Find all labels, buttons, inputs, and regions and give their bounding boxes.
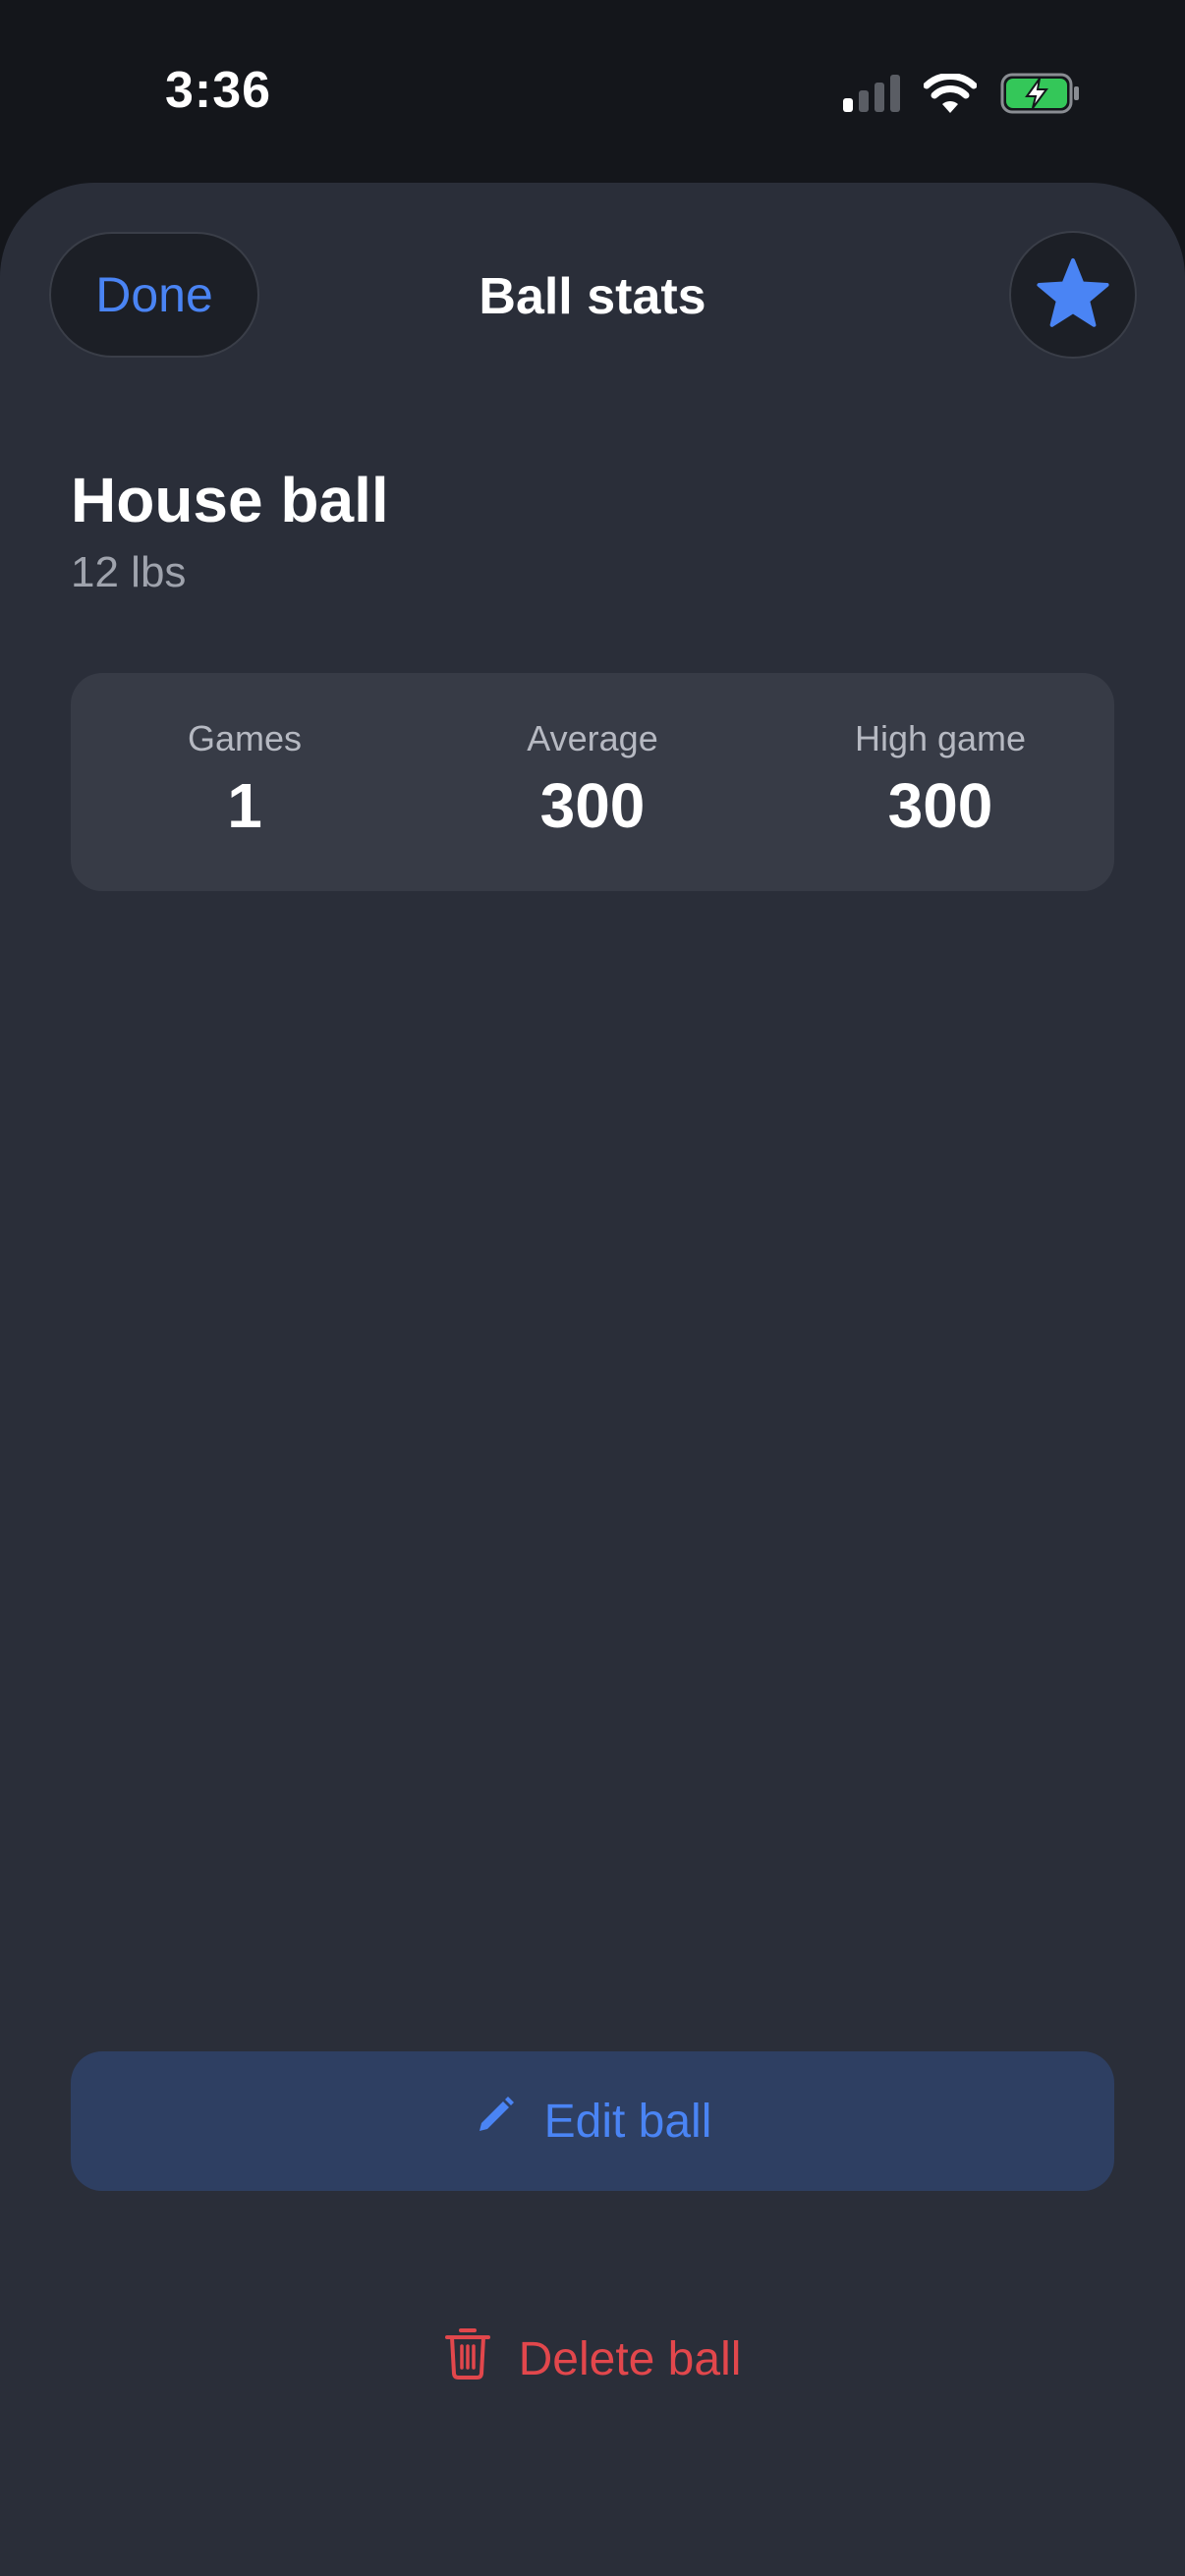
edit-ball-button[interactable]: Edit ball xyxy=(71,2051,1114,2191)
pencil-icon xyxy=(474,2094,517,2149)
trash-icon xyxy=(444,2326,491,2391)
status-time: 3:36 xyxy=(165,62,272,119)
delete-ball-button[interactable]: Delete ball xyxy=(0,2305,1185,2413)
ball-stats-sheet: Done Ball stats House ball 12 lbs Games … xyxy=(0,183,1185,2576)
stat-label: Average xyxy=(527,718,658,758)
stats-card: Games 1 Average 300 High game 300 xyxy=(71,673,1114,891)
stat-label: Games xyxy=(187,718,303,758)
stat-games: Games 1 xyxy=(71,673,419,891)
edit-ball-label: Edit ball xyxy=(543,2095,712,2148)
ball-name: House ball xyxy=(71,465,389,535)
stat-value: 1 xyxy=(227,770,262,841)
delete-ball-label: Delete ball xyxy=(518,2332,742,2385)
stat-value: 300 xyxy=(887,770,993,841)
stat-value: 300 xyxy=(539,770,646,841)
cellular-signal-icon xyxy=(843,75,900,117)
favorite-button[interactable] xyxy=(1009,231,1137,359)
battery-charging-icon xyxy=(1000,73,1081,119)
stat-high-game: High game 300 xyxy=(766,673,1114,891)
status-bar: 3:36 xyxy=(0,0,1185,187)
wifi-icon xyxy=(923,73,978,118)
sheet-title: Ball stats xyxy=(479,268,706,325)
stat-average: Average 300 xyxy=(419,673,766,891)
ball-weight: 12 lbs xyxy=(71,548,187,596)
stat-label: High game xyxy=(854,718,1027,758)
star-icon xyxy=(1036,257,1110,333)
status-icons xyxy=(843,73,1081,119)
